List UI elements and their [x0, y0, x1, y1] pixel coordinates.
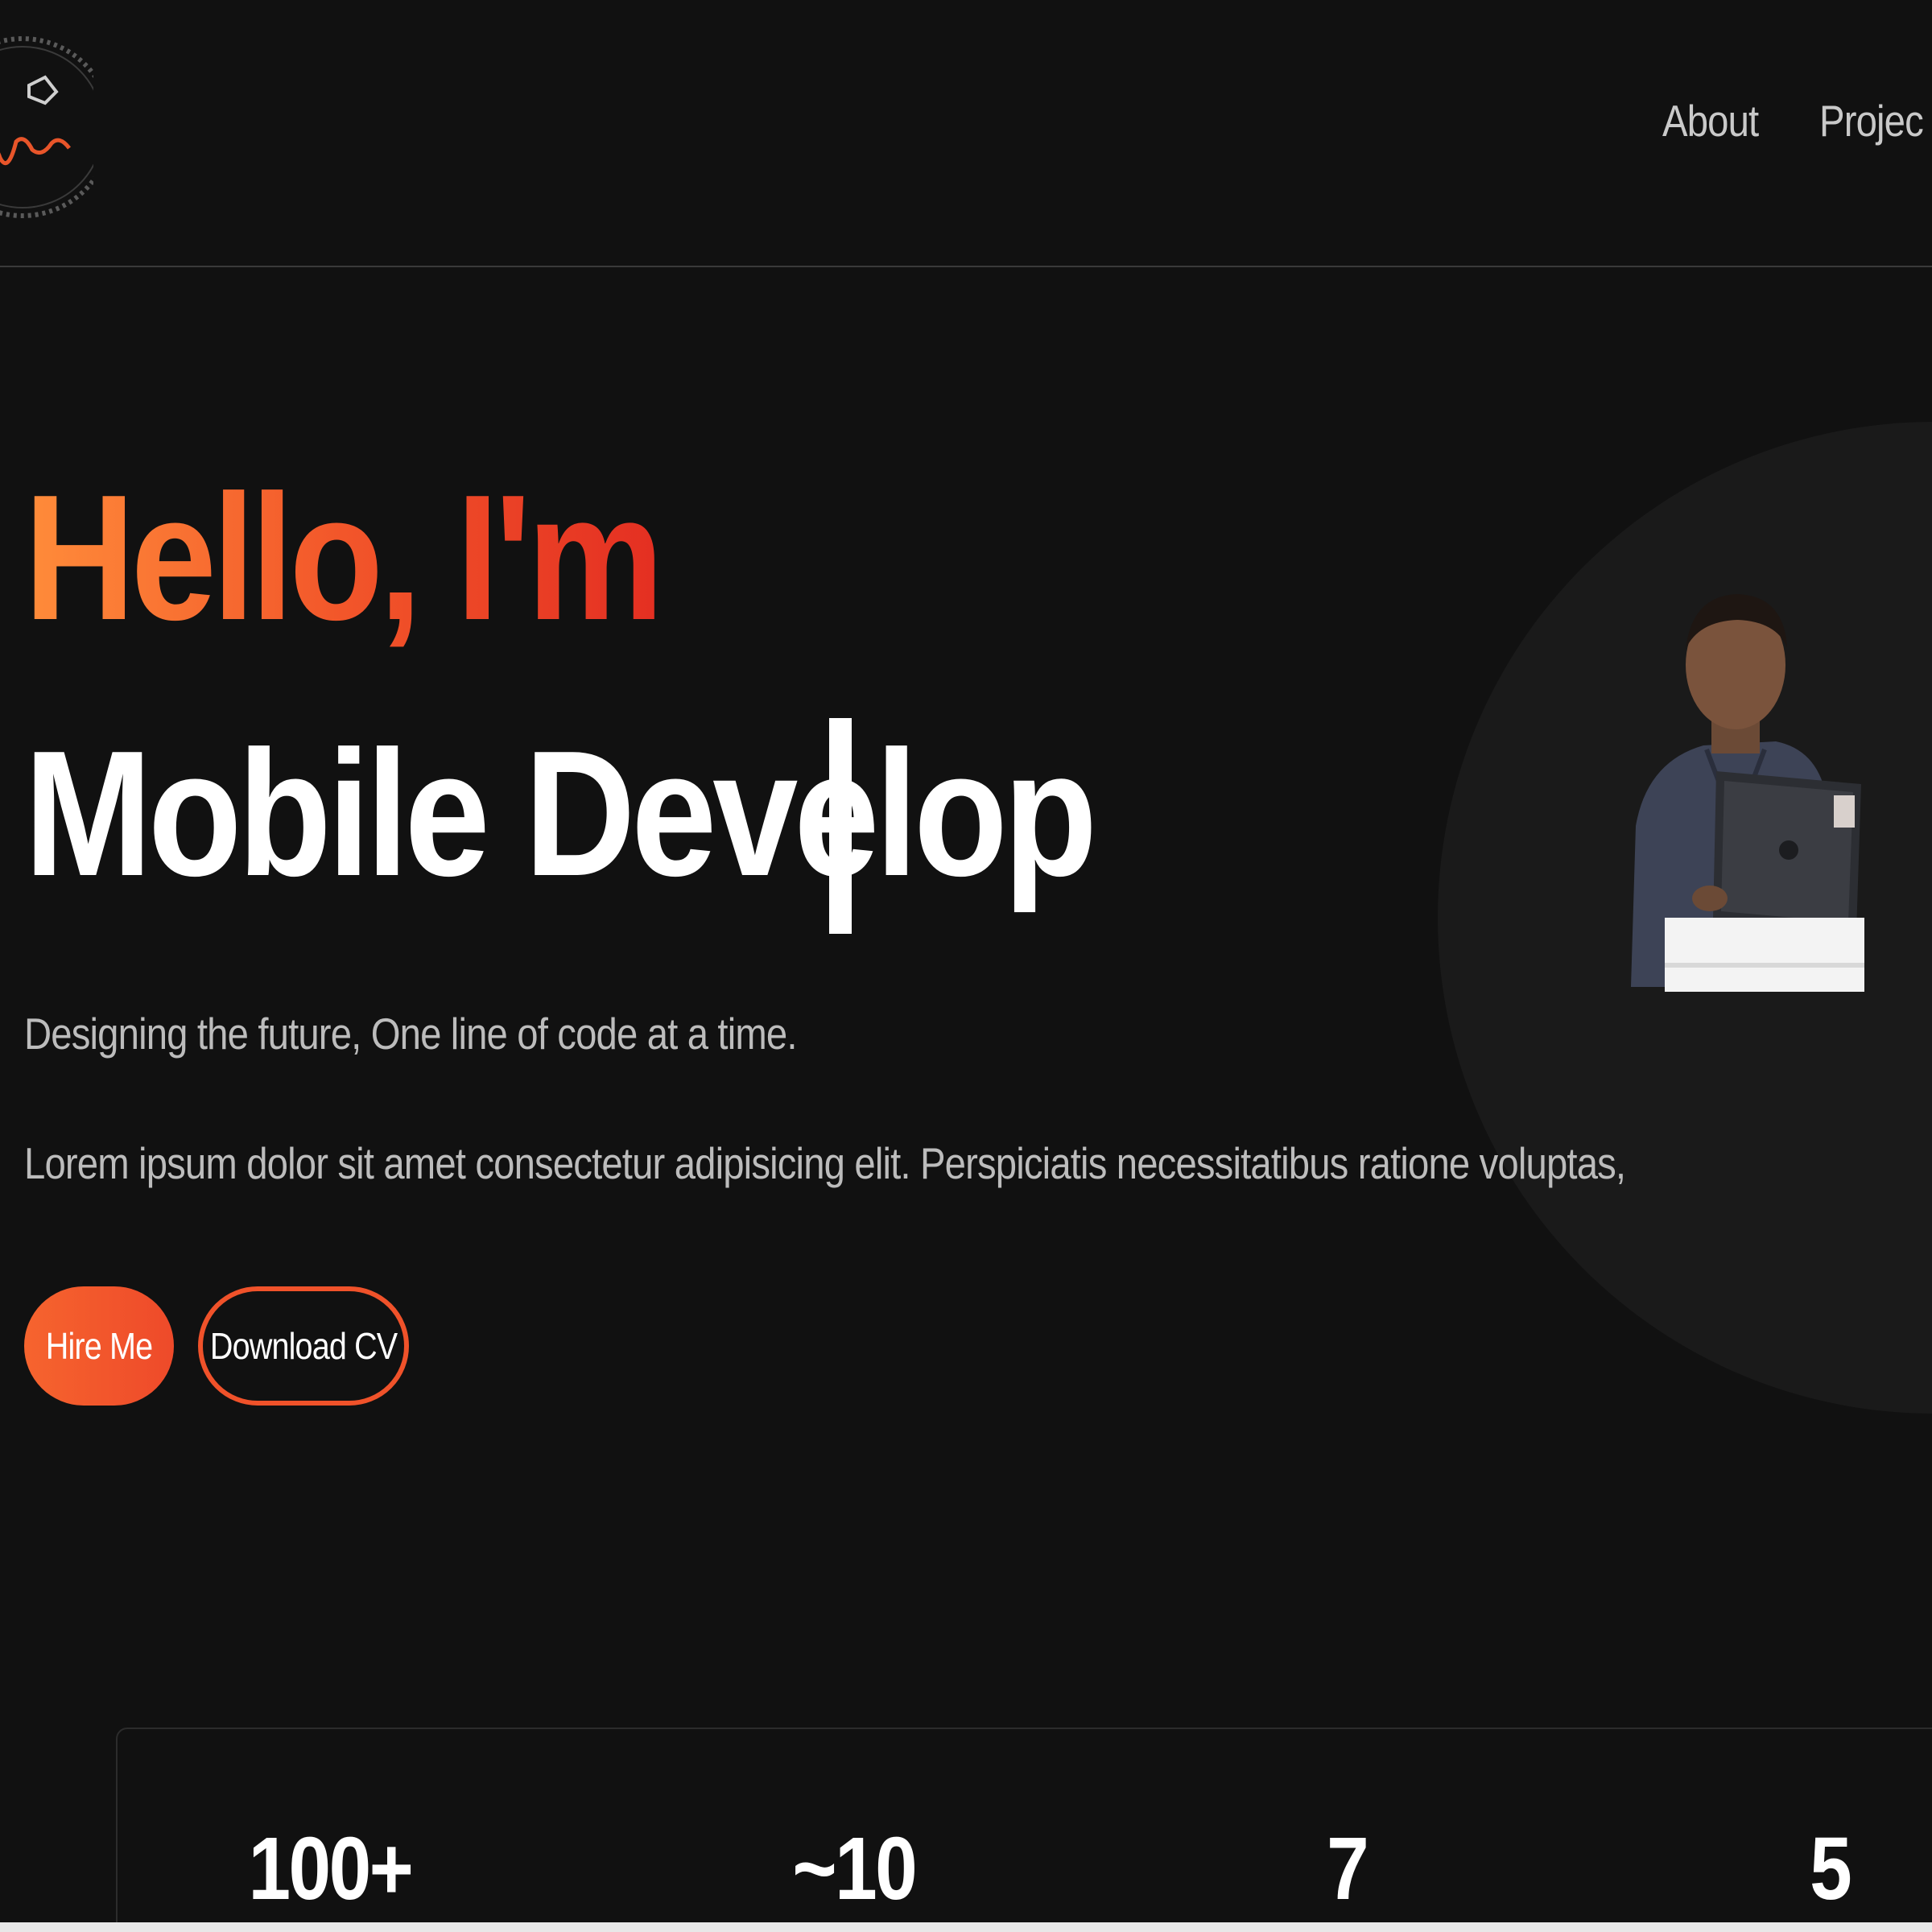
stat-value: 5	[1810, 1819, 1852, 1918]
site-header: About Projec	[0, 0, 1932, 267]
hero-greeting: Hello, I'm	[24, 458, 664, 658]
download-cv-button[interactable]: Download CV	[198, 1286, 409, 1406]
typing-caret	[829, 718, 852, 934]
window-bottom-edge	[0, 1922, 1932, 1932]
hero-description: Lorem ipsum dolor sit amet consectetur a…	[24, 1138, 1626, 1188]
hero-tagline: Designing the future, One line of code a…	[24, 1009, 797, 1059]
stat-value: 100+	[248, 1819, 414, 1918]
nav-link-projects[interactable]: Projec	[1819, 95, 1924, 147]
hire-me-label: Hire Me	[45, 1325, 153, 1367]
logo-badge-icon	[0, 36, 93, 218]
person-with-laptop-icon	[1631, 594, 1864, 992]
hero-role: Mobile Develop	[24, 714, 1097, 914]
download-cv-label: Download CV	[209, 1325, 398, 1367]
hero-role-line: Mobile Develop	[24, 714, 1267, 934]
main-nav: About Projec	[1662, 95, 1932, 147]
brand-logo[interactable]	[0, 29, 93, 225]
stat-value: 7	[1327, 1819, 1369, 1918]
nav-link-about[interactable]: About	[1662, 95, 1759, 147]
stats-panel: 100+ ~10 7 5	[116, 1728, 1932, 1932]
page: About Projec Hello, I'm Mobile Develop D…	[0, 0, 1932, 1932]
hire-me-button[interactable]: Hire Me	[24, 1286, 174, 1406]
profile-photo	[1615, 584, 1864, 992]
stat-value: ~10	[792, 1819, 917, 1918]
